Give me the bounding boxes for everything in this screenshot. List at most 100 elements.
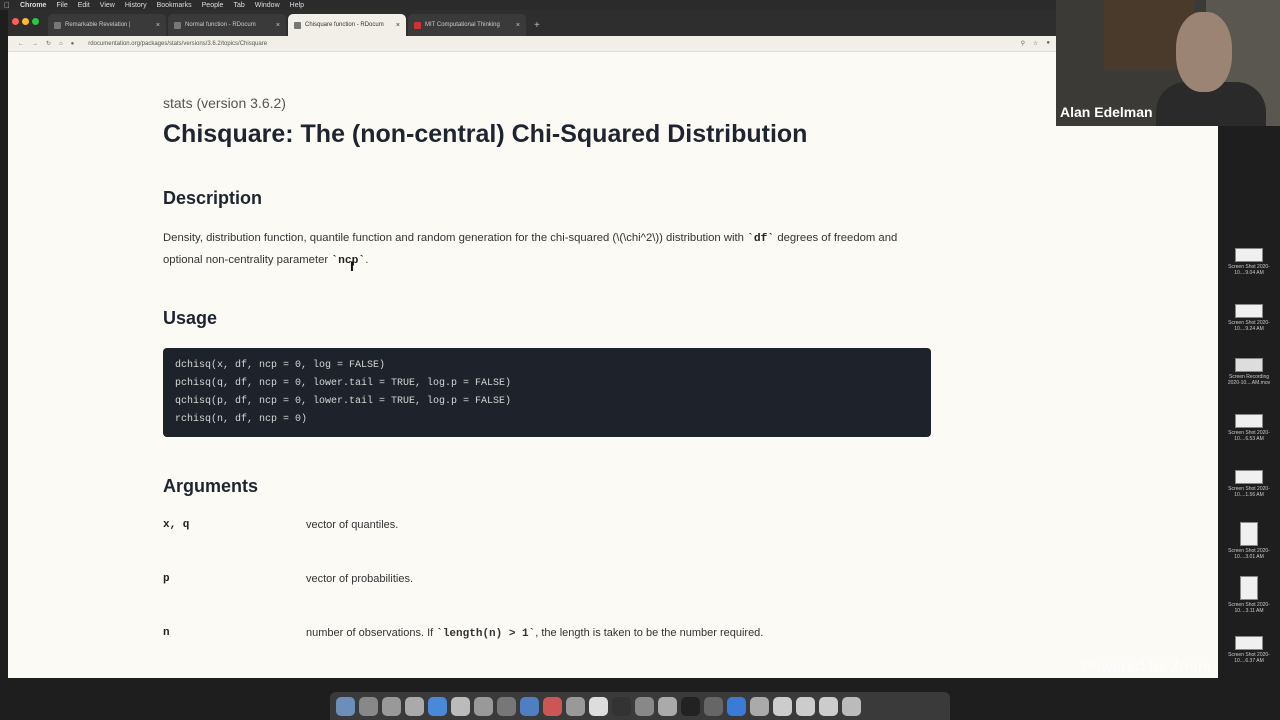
reload-icon[interactable]: ↻: [46, 40, 51, 47]
close-window-icon[interactable]: [12, 18, 19, 25]
file-thumbnail-icon: [1235, 304, 1263, 318]
finder-icon[interactable]: [336, 696, 355, 716]
desktop-file[interactable]: Screen Shot 2020-10....3.01 AM: [1227, 522, 1271, 560]
app-icon[interactable]: [474, 696, 493, 716]
file-label: Screen Shot 2020-10....6.53 AM: [1228, 430, 1270, 442]
apple-icon[interactable]: : [4, 1, 10, 10]
terminal-icon[interactable]: [681, 696, 700, 716]
mac-dock: [330, 692, 950, 720]
app-icon[interactable]: [658, 696, 677, 716]
arg-name-xq: x, q: [163, 519, 190, 531]
desktop-file[interactable]: Screen Shot 2020-10....9.24 AM: [1227, 304, 1271, 332]
zoom-window-icon[interactable]: [32, 18, 39, 25]
window-bottom-edge: [0, 678, 1280, 692]
bookmark-star-icon[interactable]: ☆: [1033, 40, 1038, 47]
app-icon[interactable]: [497, 696, 516, 716]
tab-favicon-icon: [414, 21, 421, 29]
lock-icon: ●: [70, 40, 75, 47]
close-tab-icon[interactable]: ×: [516, 22, 520, 29]
compass-icon[interactable]: [405, 696, 424, 716]
length-code: `length(n) > 1`: [436, 628, 536, 640]
menu-app-name[interactable]: Chrome: [20, 2, 46, 9]
trash-icon[interactable]: [842, 696, 861, 716]
desktop-file[interactable]: Screen Shot 2020-10....3.11 AM: [1227, 576, 1271, 614]
file-label: Screen Shot 2020-10....9.24 AM: [1228, 320, 1270, 332]
desktop-file[interactable]: Screen Shot 2020-10....6.37 AM: [1227, 636, 1271, 664]
app-icon[interactable]: [704, 696, 723, 716]
ncp-code: `ncp`: [331, 255, 366, 267]
app-icon[interactable]: [451, 696, 470, 716]
arguments-heading: Arguments: [163, 476, 259, 496]
browser-tab-bar: Remarkable Revelation | × Normal functio…: [8, 10, 1058, 36]
desktop-file[interactable]: Screen Shot 2020-10....6.53 AM: [1227, 414, 1271, 442]
menu-bookmarks[interactable]: Bookmarks: [157, 2, 192, 9]
file-label: Screen Shot 2020-10....9.04 AM: [1228, 264, 1270, 276]
tab-favicon-icon: [294, 21, 301, 29]
usage-heading: Usage: [163, 308, 218, 328]
menu-file[interactable]: File: [56, 2, 67, 9]
folder-icon[interactable]: [773, 696, 792, 716]
file-thumbnail-icon: [1235, 470, 1263, 484]
app-icon[interactable]: [589, 696, 608, 716]
chrome-icon[interactable]: [428, 696, 447, 716]
url-field[interactable]: rdocumentation.org/packages/stats/versio…: [88, 41, 267, 47]
tab-chisquare-function[interactable]: Chisquare function - RDocum ×: [288, 14, 406, 36]
minimize-window-icon[interactable]: [22, 18, 29, 25]
menu-history[interactable]: History: [125, 2, 147, 9]
menu-people[interactable]: People: [202, 2, 224, 9]
folder-icon[interactable]: [796, 696, 815, 716]
menu-tab[interactable]: Tab: [233, 2, 244, 9]
github-icon[interactable]: [612, 696, 631, 716]
zoom-icon[interactable]: ⚲: [1021, 40, 1025, 47]
menu-view[interactable]: View: [100, 2, 115, 9]
tab-label: Remarkable Revelation |: [65, 22, 131, 28]
tab-remarkable[interactable]: Remarkable Revelation | ×: [48, 14, 166, 36]
desktop-file[interactable]: Screen Shot 2020-10....1.56 AM: [1227, 470, 1271, 498]
close-tab-icon[interactable]: ×: [276, 22, 280, 29]
page-title: Chisquare: The (non-central) Chi-Squared…: [163, 120, 808, 148]
profile-icon[interactable]: ●: [1046, 40, 1050, 47]
arg-desc-xq: vector of quantiles.: [306, 519, 399, 531]
df-code: `df`: [747, 233, 775, 245]
app-icon[interactable]: [750, 696, 769, 716]
app-icon[interactable]: [520, 696, 539, 716]
back-icon[interactable]: ←: [18, 41, 24, 47]
menu-window[interactable]: Window: [255, 2, 280, 9]
home-icon[interactable]: ⌂: [59, 41, 63, 47]
usage-code-block[interactable]: dchisq(x, df, ncp = 0, log = FALSE) pchi…: [163, 348, 931, 437]
zoom-video-tile[interactable]: Alan Edelman: [1056, 0, 1280, 126]
zoom-icon[interactable]: [727, 696, 746, 716]
code-line: dchisq(x, df, ncp = 0, log = FALSE): [175, 360, 386, 371]
file-label: Screen Shot 2020-10....1.56 AM: [1228, 486, 1270, 498]
text-cursor-icon: I: [350, 258, 354, 274]
slack-icon[interactable]: [543, 696, 562, 716]
tab-normal-function[interactable]: Normal function - RDocum ×: [168, 14, 286, 36]
arg-desc-part: , the length is taken to be the number r…: [535, 627, 764, 639]
tab-mit-computational[interactable]: MIT Computational Thinking ×: [408, 14, 526, 36]
zoom-watermark: Powered by Zoom: [1082, 658, 1212, 675]
close-tab-icon[interactable]: ×: [156, 22, 160, 29]
file-thumbnail-icon: [1235, 358, 1263, 372]
desktop-file[interactable]: Screen Recording 2020-10....AM.mov: [1227, 358, 1271, 386]
arg-desc-p: vector of probabilities.: [306, 573, 413, 585]
safari-icon[interactable]: [382, 696, 401, 716]
desktop-files: Screen Shot 2020-10....9.04 AM Screen Sh…: [1218, 52, 1280, 678]
menu-help[interactable]: Help: [290, 2, 304, 9]
tab-label: MIT Computational Thinking: [425, 22, 500, 28]
close-tab-icon[interactable]: ×: [396, 22, 400, 29]
speaker-name: Alan Edelman: [1060, 104, 1153, 120]
tab-favicon-icon: [54, 21, 61, 29]
folder-icon[interactable]: [819, 696, 838, 716]
app-icon[interactable]: [635, 696, 654, 716]
file-label: Screen Recording 2020-10....AM.mov: [1227, 374, 1271, 386]
forward-icon[interactable]: →: [32, 41, 38, 47]
launchpad-icon[interactable]: [359, 696, 378, 716]
desktop-file[interactable]: Screen Shot 2020-10....9.04 AM: [1227, 248, 1271, 276]
description-part: .: [365, 254, 369, 266]
description-text: Density, distribution function, quantile…: [163, 228, 933, 272]
new-tab-icon[interactable]: +: [534, 20, 540, 31]
menu-edit[interactable]: Edit: [78, 2, 90, 9]
word-icon[interactable]: [566, 696, 585, 716]
web-page: stats (version 3.6.2) Chisquare: The (no…: [8, 52, 1218, 678]
file-thumbnail-icon: [1240, 522, 1258, 546]
